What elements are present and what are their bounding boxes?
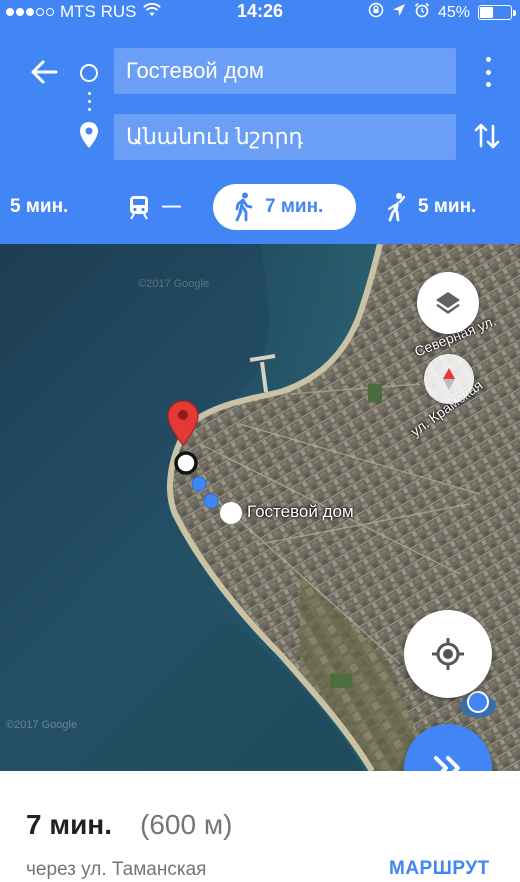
train-icon <box>126 194 152 220</box>
battery-icon <box>478 5 516 20</box>
tab-walk[interactable]: 7 мин. <box>213 184 356 230</box>
crosshair-icon <box>432 638 464 670</box>
tab-transit[interactable]: — <box>126 184 181 230</box>
compass-icon <box>443 368 455 390</box>
rotation-lock-icon <box>368 2 384 23</box>
route-duration: 7 мин. <box>26 809 112 840</box>
double-chevron-icon <box>434 756 460 771</box>
battery-percent: 45% <box>437 3 470 21</box>
origin-input[interactable]: Гостевой дом <box>114 48 456 94</box>
compass-button[interactable] <box>424 354 474 404</box>
route-summary-panel[interactable]: 7 мин. (600 м) через ул. Таманская МАРШР… <box>0 771 520 882</box>
destination-pin-icon <box>79 121 99 149</box>
swap-locations-button[interactable] <box>472 120 502 152</box>
back-button[interactable] <box>28 56 60 88</box>
walking-icon <box>233 192 255 222</box>
tab-ride[interactable]: 5 мин. <box>384 184 476 230</box>
hailing-person-icon <box>384 192 408 222</box>
my-location-button[interactable] <box>404 610 492 698</box>
directions-header: Гостевой дом Անանուն նշորդ 5 мин. — 7 ми… <box>0 24 520 244</box>
travel-mode-tabs: 5 мин. — 7 мин. 5 мин. <box>0 184 520 230</box>
mode-drive-label: 5 мин. <box>10 196 69 217</box>
route-via: через ул. Таманская <box>26 859 207 880</box>
mode-ride-label: 5 мин. <box>418 196 477 217</box>
map-watermark-bottom: ©2017 Google <box>6 719 78 731</box>
alarm-icon <box>414 2 430 23</box>
tab-drive[interactable]: 5 мин. <box>10 184 68 230</box>
more-options-button[interactable] <box>478 57 498 87</box>
route-details-button[interactable]: МАРШРУТ <box>389 858 490 880</box>
location-arrow-icon <box>392 3 406 22</box>
battery-level-fill <box>480 7 494 18</box>
layers-icon <box>436 292 460 314</box>
origin-marker-icon[interactable] <box>174 451 198 475</box>
map-watermark: ©2017 Google <box>138 278 210 290</box>
route-connector-dots <box>88 92 91 111</box>
arrow-left-icon <box>31 60 58 84</box>
swap-arrows-icon <box>474 123 500 149</box>
mode-walk-label: 7 мин. <box>265 196 324 217</box>
destination-marker-icon[interactable] <box>166 399 200 447</box>
origin-circle-icon <box>80 64 98 82</box>
route-distance: (600 м) <box>140 809 233 840</box>
mode-transit-label: — <box>162 196 181 217</box>
layers-button[interactable] <box>417 272 479 334</box>
status-bar: MTS RUS 14:26 45% <box>0 0 520 24</box>
destination-input[interactable]: Անանուն նշորդ <box>114 114 456 160</box>
map-place-label[interactable]: Гостевой дом <box>247 502 354 522</box>
map-view[interactable]: ©2017 Google ©2017 Google Гостевой дом С… <box>0 244 520 771</box>
place-marker-icon[interactable] <box>218 500 244 526</box>
